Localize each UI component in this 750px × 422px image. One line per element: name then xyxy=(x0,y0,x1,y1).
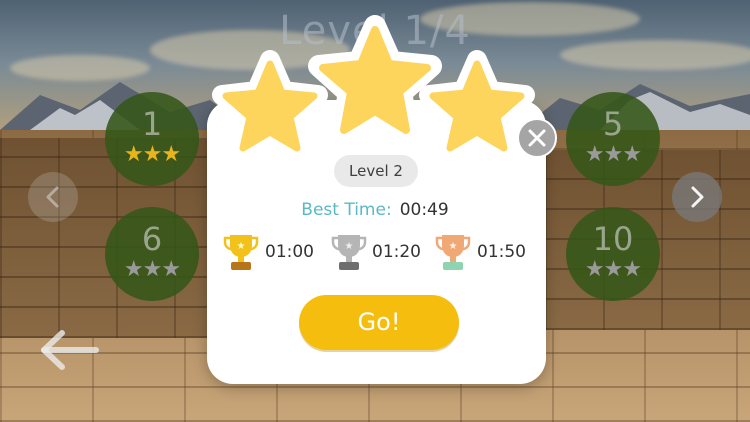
chevron-left-icon xyxy=(46,186,59,208)
close-button[interactable] xyxy=(517,118,557,158)
level-stars: ★★★ xyxy=(105,259,199,281)
prev-page-button[interactable] xyxy=(28,172,78,222)
rating-stars xyxy=(212,15,535,160)
best-time-value: 00:49 xyxy=(399,200,449,220)
star-icon: ★ xyxy=(161,257,181,282)
bronze-time: 01:50 xyxy=(477,242,526,262)
svg-text:★: ★ xyxy=(345,241,354,252)
gold-trophy-icon: ★ xyxy=(223,235,259,270)
star-icon: ★ xyxy=(123,257,144,282)
star-icon xyxy=(419,50,535,160)
level-number: 10 xyxy=(592,220,634,258)
best-time: Best Time: 00:49 xyxy=(230,200,520,220)
level-stars: ★★★ xyxy=(566,259,660,281)
go-button[interactable]: Go! xyxy=(299,295,459,350)
best-time-label: Best Time: xyxy=(301,200,392,220)
star-icon xyxy=(308,15,442,145)
bronze-trophy-icon: ★ xyxy=(435,235,471,270)
star-icon: ★ xyxy=(622,257,642,282)
silver-time: 01:20 xyxy=(372,242,421,262)
trophy-times: ★ 01:00 ★ 01:20 ★ 01:50 xyxy=(222,232,532,272)
star-icon: ★ xyxy=(584,257,605,282)
chevron-right-icon xyxy=(691,186,704,208)
silver-trophy-icon: ★ xyxy=(331,235,367,270)
next-page-button[interactable] xyxy=(672,172,722,222)
star-icon xyxy=(212,50,328,160)
svg-text:★: ★ xyxy=(449,241,458,252)
gold-time: 01:00 xyxy=(265,242,314,262)
star-icon: ★ xyxy=(142,257,163,282)
level-label: Level 2 xyxy=(334,155,418,187)
level-bubble-6[interactable]: 6 ★★★ xyxy=(105,207,199,301)
arrow-left-icon[interactable] xyxy=(36,325,102,375)
star-icon: ★ xyxy=(603,257,624,282)
svg-text:★: ★ xyxy=(237,241,246,252)
level-bubble-10[interactable]: 10 ★★★ xyxy=(566,207,660,301)
level-number: 6 xyxy=(141,220,163,258)
close-icon xyxy=(528,129,546,147)
